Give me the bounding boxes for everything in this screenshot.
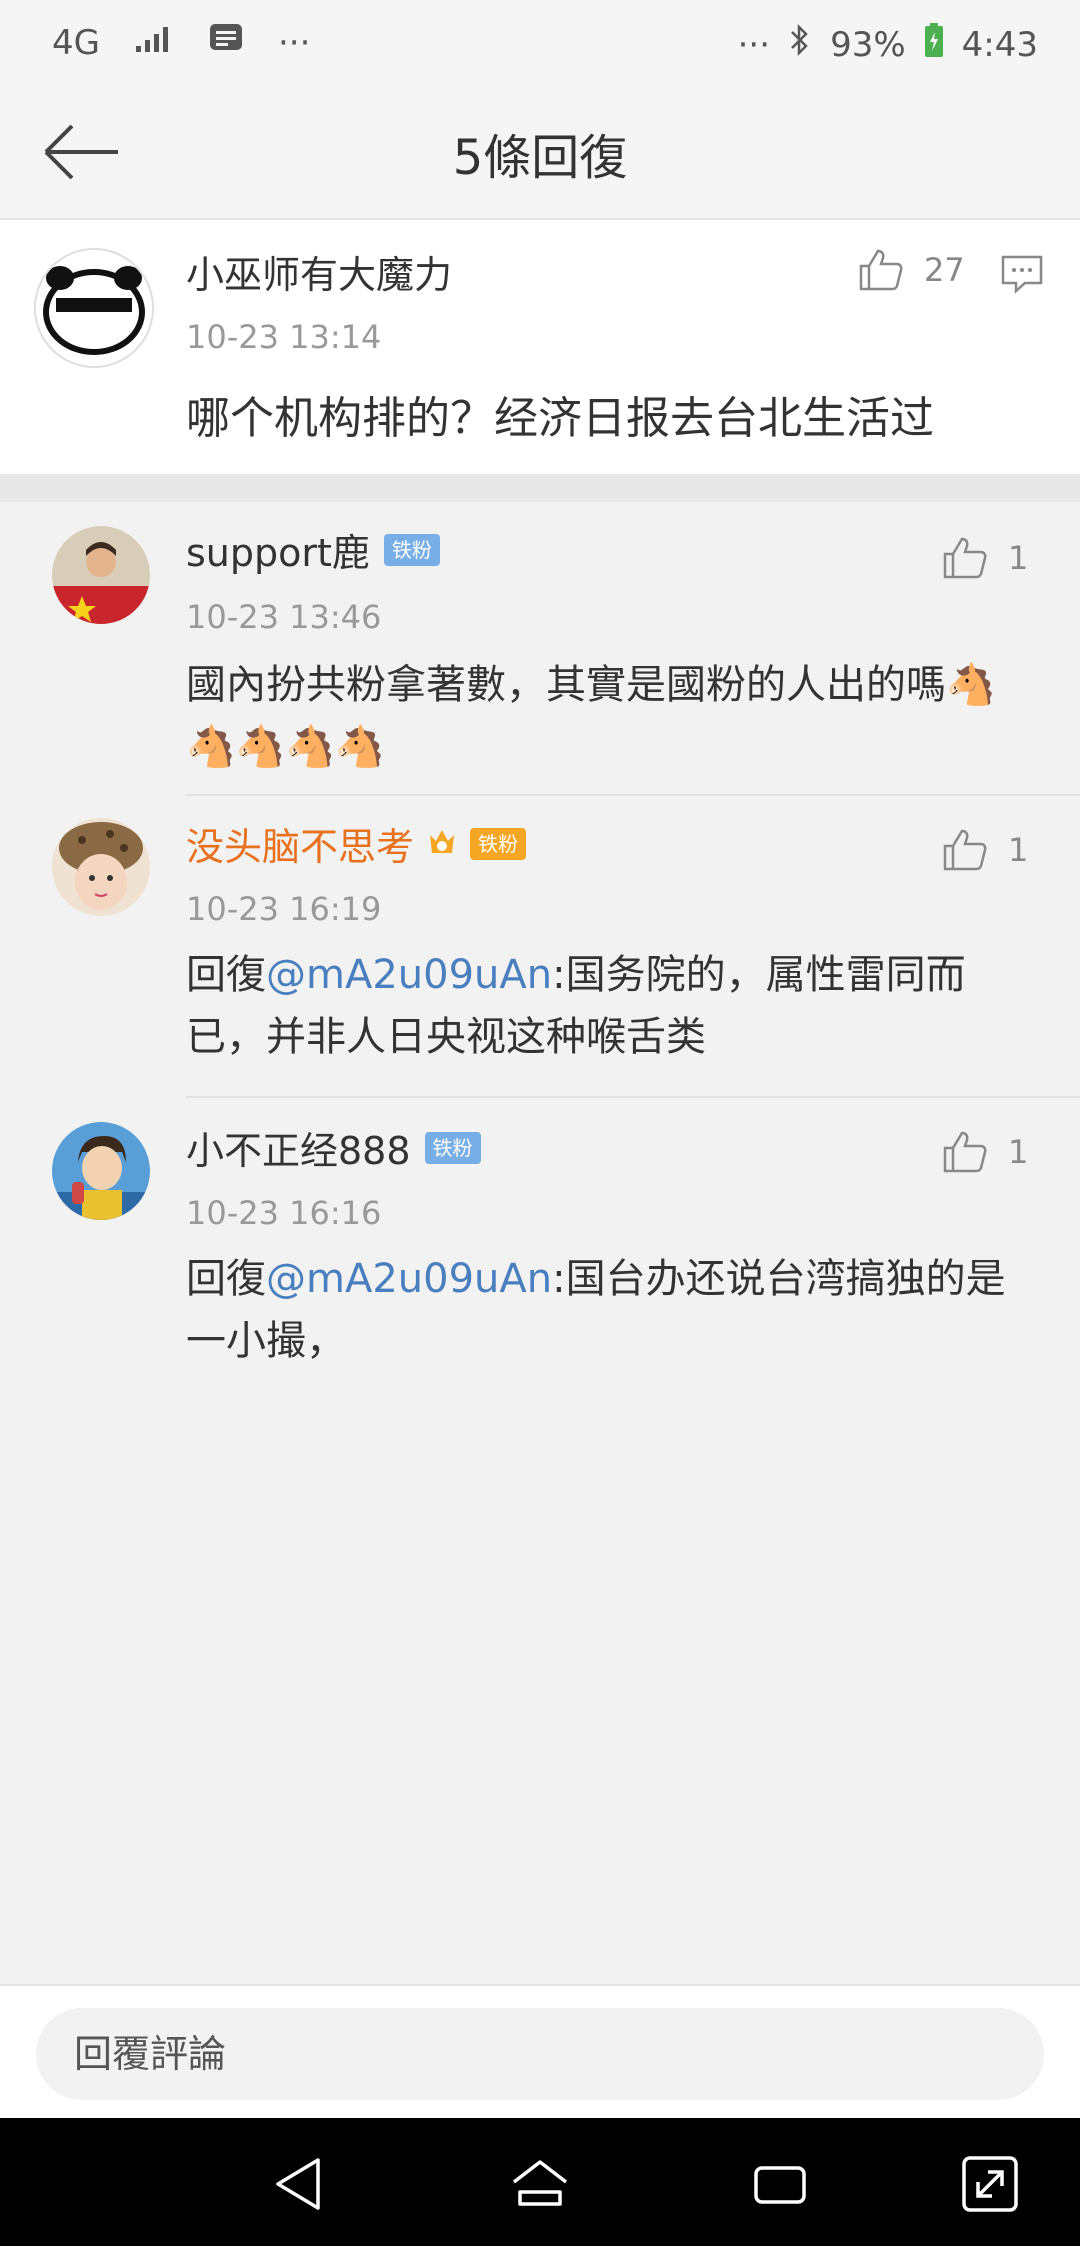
battery-icon [924,22,944,67]
expand-icon [962,2156,1018,2212]
reply-item: support鹿 铁粉 10-23 13:46 國內扮共粉拿著數，其實是國粉的人… [0,502,1080,794]
status-dots: ··· [737,24,771,65]
main-comment: 小巫师有大魔力 10-23 13:14 哪个机构排的？经济日报去台北生活过 27 [0,220,1080,474]
comment-text: 回復@mA2u09uAn:国务院的，属性雷同而已，并非人日央视这种喉舌类 [186,944,1006,1068]
comment-button[interactable] [1000,254,1044,298]
like-button[interactable]: 27 [858,248,965,292]
fan-badge: 铁粉 [424,1131,481,1164]
thumbs-up-icon [943,537,987,579]
page-title: 5條回復 [452,130,628,186]
crown-icon [428,822,456,866]
username-text: support鹿 [186,531,370,575]
clock: 4:43 [961,24,1038,65]
like-count: 27 [924,251,965,289]
avatar[interactable] [34,248,154,368]
timestamp: 10-23 16:16 [186,1194,382,1232]
timestamp: 10-23 16:19 [186,890,382,928]
fan-badge: 铁粉 [470,827,527,860]
comment-text: 回復@mA2u09uAn:国台办还说台湾搞独的是一小撮， [186,1248,1026,1372]
username[interactable]: support鹿 铁粉 [186,522,440,577]
triangle-back-icon [276,2158,320,2210]
mention-link[interactable]: @mA2u09uAn [266,1256,552,1302]
thumbs-up-icon [943,1131,987,1173]
username[interactable]: 没头脑不思考 铁粉 [186,816,527,871]
comment-icon [1001,255,1043,294]
network-icon: 4G [52,22,100,63]
username-text: 小不正经888 [186,1129,411,1173]
like-count: 1 [1008,539,1029,577]
reply-bar [0,1984,1080,2118]
system-nav-bar [0,2118,1080,2246]
reply-prefix: 回復 [186,952,266,998]
more-notifications-icon: ··· [277,22,311,63]
avatar[interactable] [52,526,150,624]
avatar[interactable] [52,1122,150,1220]
section-divider [0,474,1080,502]
avatar[interactable] [52,818,150,916]
signal-icon [134,23,174,63]
timestamp: 10-23 13:14 [186,318,382,356]
fan-badge: 铁粉 [383,533,440,566]
like-count: 1 [1008,831,1029,869]
reply-input[interactable] [36,2008,1044,2100]
status-bar: 4G ··· ··· 93% 4:43 [0,0,1080,90]
timestamp: 10-23 13:46 [186,598,382,636]
thumbs-up-icon [859,249,903,291]
reply-item: 没头脑不思考 铁粉 10-23 16:19 回復@mA2u09uAn:国务院的，… [0,796,1080,1096]
nav-expand-button[interactable] [958,2152,1022,2216]
reply-item: 小不正经888 铁粉 10-23 16:16 回復@mA2u09uAn:国台办还… [0,1098,1080,1398]
message-icon [208,22,244,63]
like-button[interactable]: 1 [942,1130,1028,1174]
comment-text: 國內扮共粉拿著數，其實是國粉的人出的嗎🐴🐴🐴🐴🐴 [186,662,996,770]
like-count: 1 [1008,1133,1029,1171]
nav-back-button[interactable] [268,2152,332,2216]
mention-link[interactable]: @mA2u09uAn [266,952,552,998]
nav-home-button[interactable] [508,2152,572,2216]
nav-recents-button[interactable] [748,2152,812,2216]
like-button[interactable]: 1 [942,536,1028,580]
username[interactable]: 小巫师有大魔力 [186,244,452,299]
recents-icon [754,2166,806,2204]
battery-text: 93% [830,24,906,65]
reply-prefix: 回復 [186,1256,266,1302]
thumbs-up-icon [943,829,987,871]
username-text: 没头脑不思考 [186,825,415,869]
comment-text: 哪个机构排的？经济日报去台北生活过 [186,393,934,444]
username[interactable]: 小不正经888 铁粉 [186,1120,481,1175]
bluetooth-icon [788,22,812,67]
home-icon [512,2160,568,2206]
like-button[interactable]: 1 [942,828,1028,872]
nav-bar: 5條回復 [0,90,1080,220]
